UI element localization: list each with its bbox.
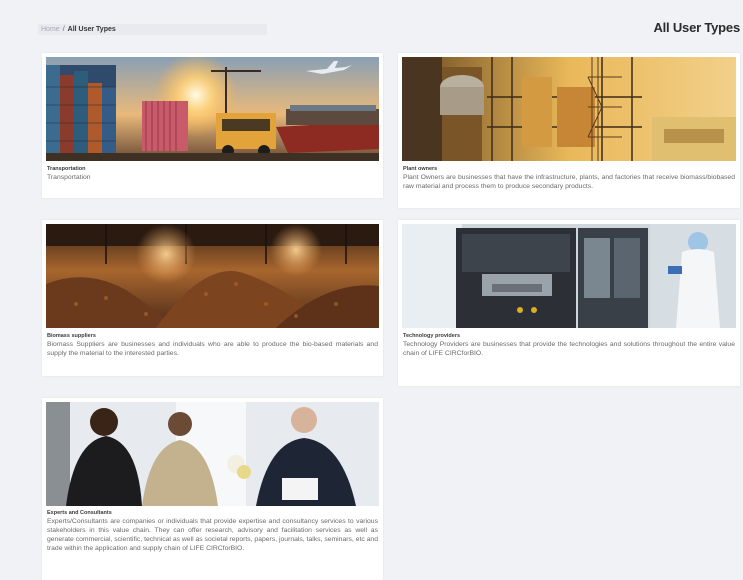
card-title: Technology providers [403, 333, 461, 339]
page: Home / All User Types All User Types Tra… [0, 0, 743, 580]
technology-providers-image[interactable] [402, 224, 736, 328]
page-title: All User Types [653, 20, 740, 35]
plant-owners-image[interactable] [402, 57, 736, 161]
breadcrumb: Home / All User Types [38, 24, 267, 35]
card-title: Biomass suppliers [47, 333, 96, 339]
card-description: Transportation [47, 174, 91, 181]
card-title: Transportation [47, 166, 86, 172]
breadcrumb-home-link[interactable]: Home [41, 26, 60, 33]
experts-consultants-image[interactable] [46, 402, 379, 506]
card-title: Plant owners [403, 166, 438, 172]
user-type-card-biomass-suppliers[interactable]: Biomass suppliers Biomass Suppliers are … [42, 220, 383, 376]
user-type-card-transportation[interactable]: Transportation Transportation [42, 53, 383, 198]
breadcrumb-current: All User Types [67, 26, 116, 33]
card-title: Experts and Consultants [47, 510, 112, 516]
card-description: Experts/Consultants are companies or ind… [47, 518, 378, 552]
breadcrumb-separator: / [62, 26, 65, 33]
transportation-image[interactable] [46, 57, 379, 161]
card-description: Biomass Suppliers are businesses and ind… [47, 341, 378, 357]
card-description: Plant Owners are businesses that have th… [403, 174, 735, 190]
biomass-suppliers-image[interactable] [46, 224, 379, 328]
card-description: Technology Providers are businesses that… [403, 341, 735, 357]
user-type-card-plant-owners[interactable]: Plant owners Plant Owners are businesses… [398, 53, 740, 208]
user-type-card-technology-providers[interactable]: Technology providers Technology Provider… [398, 220, 740, 386]
user-type-card-experts-consultants[interactable]: Experts and Consultants Experts/Consulta… [42, 398, 383, 580]
